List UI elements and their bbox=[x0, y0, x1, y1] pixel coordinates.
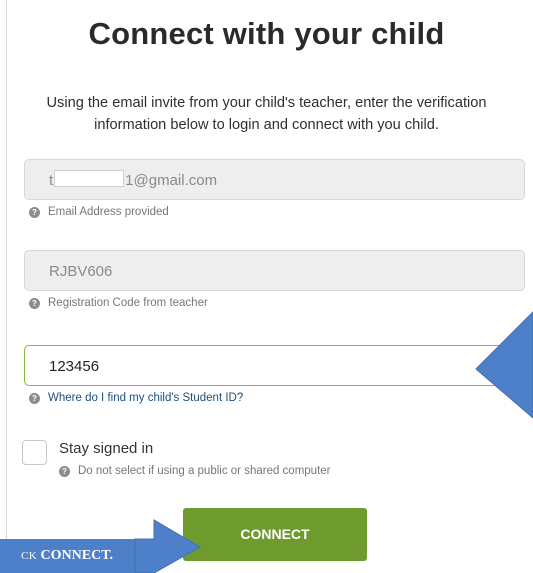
callout-arrows bbox=[134, 311, 533, 573]
arrow-pointing-student-id bbox=[475, 311, 533, 419]
arrow-pointing-connect bbox=[134, 519, 202, 573]
